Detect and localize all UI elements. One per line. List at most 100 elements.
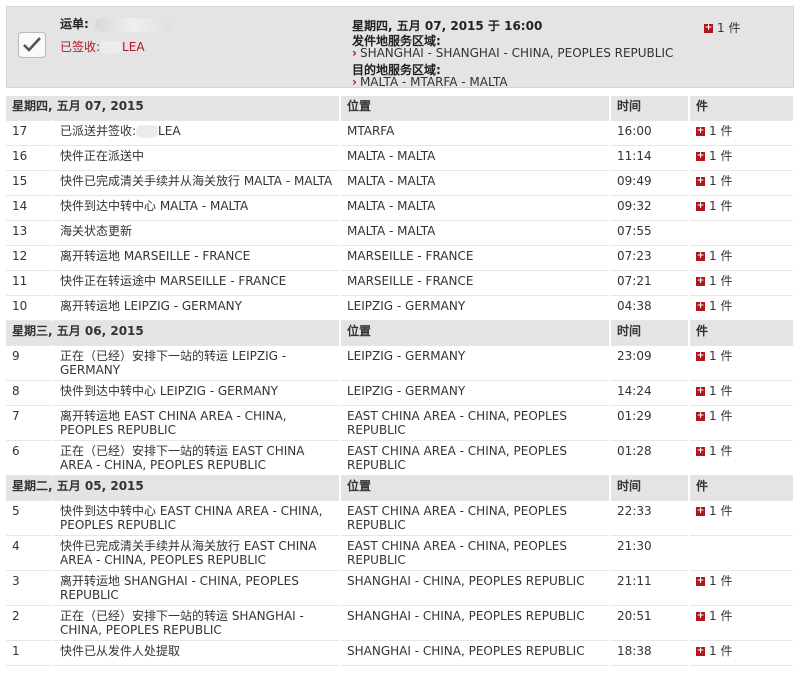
event-pieces[interactable]: +1 件 <box>689 605 794 641</box>
plus-square-icon[interactable]: + <box>696 277 705 286</box>
event-number: 10 <box>6 295 54 321</box>
table-row: 10 离开转运地 LEIPZIG - GERMANY LEIPZIG - GERMA… <box>6 295 794 321</box>
table-row: 6 正在（已经）安排下一站的转运 EAST CHINA AREA - CHINA,… <box>6 440 794 476</box>
event-number: 5 <box>6 500 54 536</box>
plus-square-icon[interactable]: + <box>696 202 705 211</box>
event-time: 22:33 <box>610 500 690 536</box>
event-pieces[interactable]: +1 件 <box>689 405 794 441</box>
event-description-text: 正在（已经）安排下一站的转运 LEIPZIG - GERMANY <box>60 349 287 377</box>
event-pieces-text: 1 件 <box>709 149 733 163</box>
event-pieces[interactable]: +1 件 <box>689 245 794 271</box>
plus-square-icon[interactable]: + <box>696 647 705 656</box>
plus-square-icon[interactable]: + <box>696 412 705 421</box>
plus-square-icon[interactable]: + <box>696 302 705 311</box>
event-pieces <box>689 535 794 571</box>
event-pieces[interactable]: +1 件 <box>689 195 794 221</box>
event-pieces[interactable]: +1 件 <box>689 170 794 196</box>
date-header: 星期四, 五月 07, 2015 <box>6 96 341 121</box>
table-row: 14 快件到达中转中心 MALTA - MALTA MALTA - MALTA 09:… <box>6 195 794 221</box>
event-description-tail: LEA <box>158 124 181 138</box>
event-pieces-text: 1 件 <box>709 199 733 213</box>
event-time: 01:28 <box>610 440 690 476</box>
event-time: 18:38 <box>610 640 690 666</box>
event-pieces[interactable]: +1 件 <box>689 640 794 666</box>
event-location: EAST CHINA AREA - CHINA, PEOPLES REPUBLI… <box>340 405 611 441</box>
plus-square-icon[interactable]: + <box>696 447 705 456</box>
dest-area: › MALTA - MTARFA - MALTA <box>352 75 508 89</box>
plus-square-icon[interactable]: + <box>704 24 713 33</box>
event-description-text: 已派送并签收: <box>60 124 137 138</box>
event-pieces-text: 1 件 <box>709 644 733 658</box>
event-number: 9 <box>6 345 54 381</box>
dest-text: MALTA - MTARFA - MALTA <box>359 75 508 89</box>
plus-square-icon[interactable]: + <box>696 577 705 586</box>
event-number: 16 <box>6 145 54 171</box>
waybill-label-text: 运单: <box>60 17 89 31</box>
event-pieces[interactable]: +1 件 <box>689 120 794 146</box>
date-header-row: 星期四, 五月 07, 2015 位置 时间件 <box>6 96 794 121</box>
event-description-text: 离开转运地 MARSEILLE - FRANCE <box>60 249 251 263</box>
event-number: 17 <box>6 120 54 146</box>
event-number: 15 <box>6 170 54 196</box>
table-row: 3 离开转运地 SHANGHAI - CHINA, PEOPLES REPUBLI… <box>6 570 794 606</box>
redacted-waybill-number <box>94 17 173 32</box>
check-icon <box>23 37 41 52</box>
event-description: 正在（已经）安排下一站的转运 EAST CHINA AREA - CHINA, … <box>53 440 341 476</box>
summary-pieces[interactable]: +1 件 <box>704 19 740 36</box>
signed-name-tail: LEA <box>122 40 145 54</box>
event-location: MARSEILLE - FRANCE <box>340 245 611 271</box>
event-pieces[interactable]: +1 件 <box>689 380 794 406</box>
event-time: 07:55 <box>610 220 690 246</box>
event-description-text: 快件已从发件人处提取 <box>60 644 181 658</box>
event-description: 快件已从发件人处提取 <box>53 640 341 666</box>
event-location: LEIPZIG - GERMANY <box>340 295 611 321</box>
event-pieces[interactable]: +1 件 <box>689 145 794 171</box>
event-number: 11 <box>6 270 54 296</box>
event-location: LEIPZIG - GERMANY <box>340 345 611 381</box>
event-time: 07:23 <box>610 245 690 271</box>
event-number: 1 <box>6 640 54 666</box>
pieces-column-header: 件 <box>689 96 794 121</box>
event-pieces-text: 1 件 <box>709 349 733 363</box>
plus-square-icon[interactable]: + <box>696 352 705 361</box>
event-time: 23:09 <box>610 345 690 381</box>
plus-square-icon[interactable]: + <box>696 507 705 516</box>
delivered-checkbox[interactable] <box>18 32 46 58</box>
event-pieces[interactable]: +1 件 <box>689 270 794 296</box>
event-pieces-text: 1 件 <box>709 409 733 423</box>
location-column-header: 位置 <box>340 475 611 501</box>
plus-square-icon[interactable]: + <box>696 152 705 161</box>
event-number: 7 <box>6 405 54 441</box>
event-pieces <box>689 220 794 246</box>
plus-square-icon[interactable]: + <box>696 252 705 261</box>
event-description: 快件已完成清关手续并从海关放行 EAST CHINA AREA - CHINA,… <box>53 535 341 571</box>
event-location: SHANGHAI - CHINA, PEOPLES REPUBLIC <box>340 570 611 606</box>
table-row: 11 快件正在转运途中 MARSEILLE - FRANCE MARSEILLE -… <box>6 270 794 296</box>
plus-square-icon[interactable]: + <box>696 387 705 396</box>
event-description-text: 快件到达中转中心 LEIPZIG - GERMANY <box>60 384 278 398</box>
event-description-text: 离开转运地 SHANGHAI - CHINA, PEOPLES REPUBLIC <box>60 574 299 602</box>
event-pieces[interactable]: +1 件 <box>689 500 794 536</box>
event-pieces-text: 1 件 <box>709 574 733 588</box>
table-row: 16 快件正在派送中 MALTA - MALTA 11:14 +1 件 <box>6 145 794 171</box>
summary-pieces-text: 1 件 <box>717 21 741 35</box>
table-row: 9 正在（已经）安排下一站的转运 LEIPZIG - GERMANY LEIPZIG… <box>6 345 794 381</box>
event-description-text: 快件已完成清关手续并从海关放行 EAST CHINA AREA - CHINA,… <box>60 539 317 567</box>
event-pieces-text: 1 件 <box>709 384 733 398</box>
event-time: 09:32 <box>610 195 690 221</box>
event-description-text: 快件正在派送中 <box>60 149 145 163</box>
event-pieces[interactable]: +1 件 <box>689 440 794 476</box>
event-pieces[interactable]: +1 件 <box>689 345 794 381</box>
event-location: MTARFA <box>340 120 611 146</box>
event-description-text: 快件到达中转中心 MALTA - MALTA <box>60 199 249 213</box>
event-time: 21:30 <box>610 535 690 571</box>
event-pieces[interactable]: +1 件 <box>689 570 794 606</box>
event-pieces[interactable]: +1 件 <box>689 295 794 321</box>
table-row: 13 海关状态更新 MALTA - MALTA 07:55 <box>6 220 794 246</box>
plus-square-icon[interactable]: + <box>696 177 705 186</box>
plus-square-icon[interactable]: + <box>696 127 705 136</box>
event-number: 3 <box>6 570 54 606</box>
table-row: 4 快件已完成清关手续并从海关放行 EAST CHINA AREA - CHINA… <box>6 535 794 571</box>
plus-square-icon[interactable]: + <box>696 612 705 621</box>
event-number: 14 <box>6 195 54 221</box>
